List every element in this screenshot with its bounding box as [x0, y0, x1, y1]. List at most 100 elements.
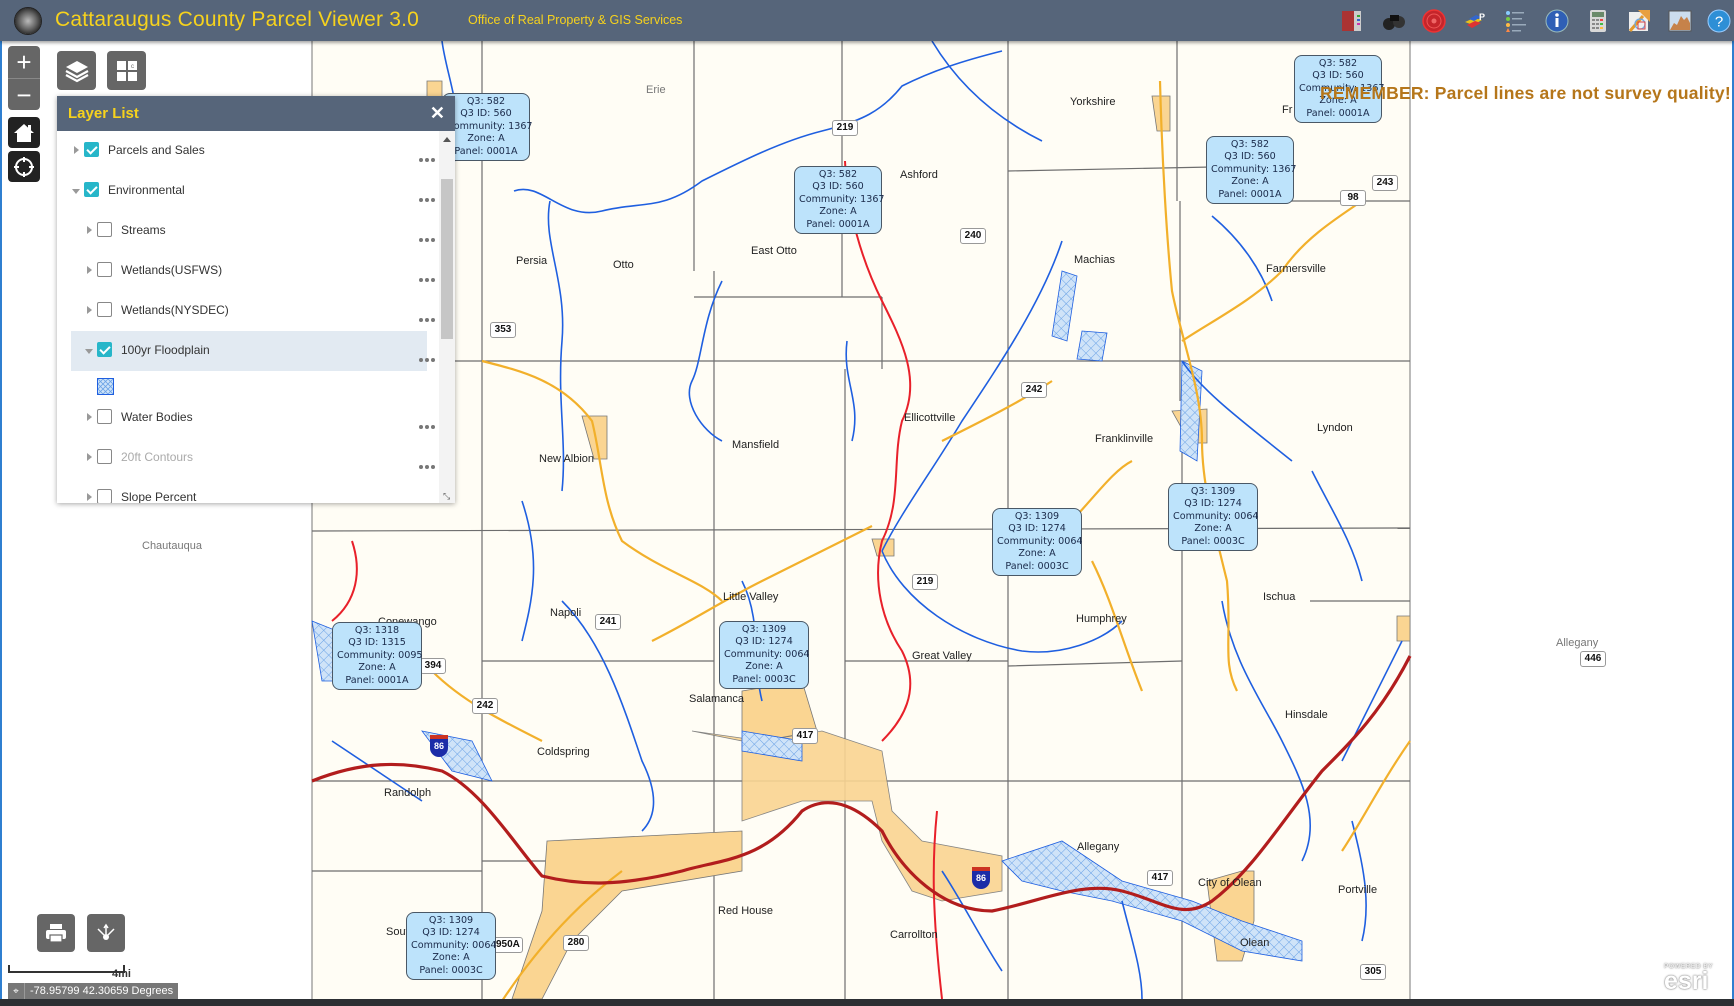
- target-icon[interactable]: [1421, 8, 1447, 34]
- route-shield: 950A: [493, 937, 523, 953]
- layer-item-streams[interactable]: Streams: [71, 211, 455, 251]
- layer-checkbox[interactable]: [97, 342, 112, 357]
- draw-icon[interactable]: [1626, 8, 1652, 34]
- scrollbar-thumb[interactable]: [441, 179, 453, 339]
- layer-label: 100yr Floodplain: [121, 343, 210, 357]
- collapse-arrow-icon[interactable]: [72, 189, 80, 194]
- layer-checkbox[interactable]: [97, 262, 112, 277]
- zoom-in-button[interactable]: +: [8, 46, 40, 79]
- expand-arrow-icon[interactable]: [74, 146, 79, 154]
- widget-launcher-button[interactable]: c: [107, 51, 146, 90]
- flood-info-popup[interactable]: Q3: 582 Q3 ID: 560 Community: 1367 Zone:…: [1206, 136, 1297, 205]
- print-button[interactable]: [37, 914, 75, 952]
- more-options-icon[interactable]: [419, 496, 437, 500]
- layer-checkbox[interactable]: [97, 222, 112, 237]
- popup-q3: Q3: 582: [1230, 139, 1270, 150]
- popup-panel: Panel: 0001A: [1218, 188, 1282, 200]
- layer-item-100yr-floodplain[interactable]: 100yr Floodplain: [71, 331, 435, 371]
- route-shield: 243: [1372, 175, 1398, 191]
- more-options-icon[interactable]: [419, 229, 437, 242]
- layer-checkbox[interactable]: [84, 142, 99, 157]
- panel-title: Layer List: [68, 105, 139, 122]
- home-button[interactable]: [8, 117, 40, 148]
- layer-item-parcels-and-sales[interactable]: Parcels and Sales: [71, 131, 455, 171]
- layer-checkbox[interactable]: [97, 409, 112, 424]
- zoom-control: + −: [8, 46, 40, 110]
- zoom-out-button[interactable]: −: [8, 79, 40, 111]
- expand-arrow-icon[interactable]: [87, 493, 92, 501]
- more-options-icon[interactable]: [419, 309, 437, 322]
- app-header: Cattaraugus County Parcel Viewer 3.0 Off…: [0, 0, 1734, 41]
- expand-arrow-icon[interactable]: [87, 306, 92, 314]
- popup-community: Community: 0064: [411, 939, 497, 951]
- basemap-icon[interactable]: P: [1462, 8, 1488, 34]
- app-title: Cattaraugus County Parcel Viewer 3.0: [55, 8, 420, 31]
- town-label: Machias: [1074, 254, 1115, 266]
- layer-item-20ft-contours[interactable]: 20ft Contours: [71, 438, 455, 478]
- scroll-up-icon[interactable]: [443, 137, 451, 142]
- town-label: Coldspring: [537, 746, 590, 758]
- expand-arrow-icon[interactable]: [87, 226, 92, 234]
- route-shield: 242: [472, 698, 498, 714]
- popup-panel: Panel: 0001A: [454, 145, 518, 157]
- layer-item-wetlands-nysdec[interactable]: Wetlands(NYSDEC): [71, 291, 455, 331]
- more-options-icon[interactable]: [419, 149, 437, 162]
- town-label: Otto: [613, 259, 634, 271]
- popup-zone: Zone: A: [432, 952, 470, 964]
- layer-list-button[interactable]: [57, 51, 96, 90]
- crosshair-small-icon[interactable]: ⌖: [8, 983, 25, 999]
- popup-community: Community: 1367: [1211, 163, 1297, 175]
- coordinate-readout[interactable]: ⌖ -78.95799 42.30659 Degrees: [8, 983, 179, 999]
- collapse-arrow-icon[interactable]: [85, 349, 93, 354]
- popup-zone: Zone: A: [467, 133, 505, 145]
- popup-panel: Panel: 0001A: [1306, 107, 1370, 119]
- town-label: Salamanca: [689, 693, 745, 705]
- popup-q3: Q3: 1309: [428, 915, 474, 926]
- legend-icon[interactable]: [1503, 8, 1529, 34]
- layer-checkbox[interactable]: [97, 449, 112, 464]
- bookmark-icon[interactable]: [1339, 8, 1365, 34]
- close-icon[interactable]: ✕: [430, 103, 445, 124]
- popup-panel: Panel: 0001A: [806, 218, 870, 230]
- layer-checkbox[interactable]: [97, 489, 112, 503]
- calculator-icon[interactable]: [1585, 8, 1611, 34]
- binoculars-icon[interactable]: [1381, 8, 1407, 34]
- flood-info-popup[interactable]: Q3: 1309 Q3 ID: 1274 Community: 0064 Zon…: [406, 912, 497, 981]
- more-options-icon[interactable]: [419, 349, 437, 362]
- flood-info-popup[interactable]: Q3: 582 Q3 ID: 560 Community: 1367 Zone:…: [794, 166, 885, 235]
- panel-scrollbar[interactable]: [439, 131, 455, 503]
- popup-q3-id: Q3 ID: 560: [460, 108, 512, 120]
- layer-checkbox[interactable]: [84, 182, 99, 197]
- layer-item-water-bodies[interactable]: Water Bodies: [71, 398, 455, 438]
- route-shield: 353: [490, 322, 516, 338]
- help-icon[interactable]: ?: [1706, 8, 1732, 34]
- flood-info-popup[interactable]: Q3: 1309 Q3 ID: 1274 Community: 0064 Zon…: [992, 508, 1083, 577]
- layer-item-slope-percent[interactable]: Slope Percent: [71, 478, 455, 503]
- town-label: New Albion: [539, 453, 595, 465]
- expand-arrow-icon[interactable]: [87, 453, 92, 461]
- locate-button[interactable]: [8, 151, 40, 182]
- more-options-icon[interactable]: [419, 189, 437, 202]
- flood-info-popup[interactable]: Q3: 1318 Q3 ID: 1315 Community: 0095 Zon…: [332, 622, 423, 691]
- town-label: Fr: [1282, 104, 1293, 116]
- info-icon[interactable]: [1544, 8, 1570, 34]
- more-options-icon[interactable]: [419, 269, 437, 282]
- expand-arrow-icon[interactable]: [87, 413, 92, 421]
- profile-chart-icon[interactable]: [1667, 8, 1693, 34]
- town-label: Carrollton: [890, 929, 938, 941]
- flood-info-popup[interactable]: Q3: 582 Q3 ID: 560 Community: 1367 Zone:…: [442, 93, 533, 162]
- more-options-icon[interactable]: [419, 456, 437, 469]
- expand-arrow-icon[interactable]: [87, 266, 92, 274]
- layer-checkbox[interactable]: [97, 302, 112, 317]
- esri-attribution-logo[interactable]: POWERED BY esri: [1664, 963, 1713, 994]
- route-shield: 417: [792, 728, 818, 744]
- town-label: East Otto: [751, 245, 797, 257]
- flood-info-popup[interactable]: Q3: 1309 Q3 ID: 1274 Community: 0064 Zon…: [719, 621, 810, 690]
- layer-item-environmental[interactable]: Environmental: [71, 171, 455, 211]
- more-options-icon[interactable]: [419, 416, 437, 429]
- svg-text:P: P: [1479, 12, 1485, 22]
- flood-info-popup[interactable]: Q3: 1309 Q3 ID: 1274 Community: 0064 Zon…: [1168, 483, 1259, 552]
- layer-item-wetlands-usfws[interactable]: Wetlands(USFWS): [71, 251, 455, 291]
- share-button[interactable]: [87, 914, 125, 952]
- resize-handle-icon[interactable]: ⤡: [443, 491, 450, 502]
